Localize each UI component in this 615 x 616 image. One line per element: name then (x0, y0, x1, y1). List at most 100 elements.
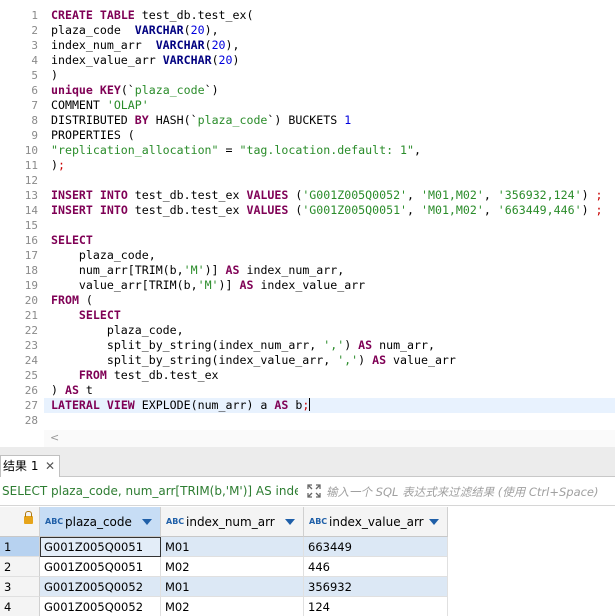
row-number[interactable]: 2 (0, 557, 40, 577)
code-token: t (78, 383, 93, 397)
code-token: COMMENT (51, 98, 107, 112)
code-token: ( (183, 23, 191, 37)
close-icon[interactable]: ✕ (45, 456, 55, 476)
line-number: 5 (31, 69, 38, 82)
grid-corner[interactable] (0, 507, 40, 537)
code-line[interactable]: CREATE TABLE test_db.test_ex( (51, 8, 253, 23)
code-line[interactable]: SELECT (51, 308, 121, 323)
table-cell[interactable]: G001Z005Q0052 (40, 577, 161, 597)
code-line[interactable]: num_arr[TRIM(b,'M')] AS index_num_arr, (51, 263, 344, 278)
row-number[interactable]: 3 (0, 577, 40, 597)
filter-input[interactable] (326, 483, 615, 501)
expand-icon[interactable] (306, 483, 322, 499)
column-header-index-num-arr[interactable]: ABC index_num_arr (161, 507, 304, 537)
code-token: num_arr, (372, 338, 435, 352)
code-token: AS (358, 338, 373, 352)
code-line[interactable]: ) AS t (51, 383, 93, 398)
text-caret (309, 398, 311, 411)
code-token: 20 (211, 38, 226, 52)
horizontal-scrollbar[interactable]: < (44, 430, 615, 447)
code-line[interactable]: index_num_arr VARCHAR(20), (51, 38, 240, 53)
code-line[interactable]: index_value_arr VARCHAR(20) (51, 53, 240, 68)
code-line[interactable]: split_by_string(index_value_arr, ',') AS… (51, 353, 456, 368)
code-token: value_arr[TRIM(b, (51, 278, 198, 292)
table-row[interactable]: 2 G001Z005Q0051 M02 446 (0, 557, 448, 577)
code-token: ( (288, 203, 303, 217)
code-line[interactable]: value_arr[TRIM(b,'M')] AS index_value_ar… (51, 278, 365, 293)
code-token: ; (57, 158, 65, 172)
code-token: value_arr (386, 353, 456, 367)
code-line[interactable]: ); (51, 158, 65, 173)
code-area[interactable]: CREATE TABLE test_db.test_ex(plaza_code … (44, 0, 615, 430)
code-token: , (407, 188, 421, 202)
line-number: 26 (24, 384, 38, 397)
code-token: PROPERTIES ( (51, 128, 135, 142)
code-token: AS (372, 353, 387, 367)
row-number[interactable]: 1 (0, 537, 40, 557)
code-token: AS (239, 278, 254, 292)
code-token: num_arr[TRIM(b, (51, 263, 184, 277)
code-token: INSERT (51, 203, 93, 217)
table-cell[interactable]: 663449 (304, 537, 448, 557)
code-line[interactable]: SELECT (51, 233, 93, 248)
table-cell[interactable]: 124 (304, 597, 448, 616)
code-line[interactable]: PROPERTIES ( (51, 128, 135, 143)
table-cell[interactable]: 446 (304, 557, 448, 577)
code-line[interactable]: plaza_code VARCHAR(20), (51, 23, 219, 38)
code-line[interactable]: unique KEY(`plaza_code`) (51, 83, 219, 98)
code-line[interactable]: INSERT INTO test_db.test_ex VALUES ('G00… (51, 188, 603, 203)
code-token: ) (581, 188, 596, 202)
code-line[interactable]: ) (51, 68, 58, 83)
row-number[interactable]: 4 (0, 597, 40, 616)
code-token: 'G001Z005Q0051' (302, 203, 408, 217)
table-cell[interactable]: M02 (161, 597, 304, 616)
chevron-left-icon[interactable]: < (50, 431, 59, 444)
code-token: ) (232, 53, 240, 67)
table-row[interactable]: 1 G001Z005Q0051 M01 663449 (0, 537, 448, 557)
table-cell[interactable]: G001Z005Q0052 (40, 597, 161, 616)
table-cell[interactable]: M01 (161, 577, 304, 597)
code-token: plaza_code (134, 83, 205, 97)
table-row[interactable]: 4 G001Z005Q0052 M02 124 (0, 597, 448, 616)
code-line-active[interactable]: LATERAL VIEW EXPLODE(num_arr) a AS b; (44, 398, 615, 413)
column-header-plaza-code[interactable]: ABC plaza_code (40, 507, 161, 537)
code-token: ( (288, 188, 303, 202)
tab-result-1[interactable]: 结果 1 ✕ (0, 455, 60, 477)
sql-editor[interactable]: 1 2 3 4 5 6 7 8 9 10 11 12 13 14 15 16 17 18 19 20 21 22 23 24 2… (0, 0, 615, 430)
code-line[interactable]: FROM ( (51, 293, 93, 308)
code-line[interactable]: DISTRIBUTED BY HASH(`plaza_code`) BUCKET… (51, 113, 351, 128)
sort-dropdown-icon[interactable] (142, 519, 152, 525)
table-cell[interactable]: G001Z005Q0051 (40, 557, 161, 577)
line-number: 8 (31, 114, 38, 127)
code-token: index_num_arr, (239, 263, 345, 277)
code-token: plaza_code, (51, 323, 184, 337)
code-line[interactable]: COMMENT 'OLAP' (51, 98, 149, 113)
code-line[interactable]: INSERT INTO test_db.test_ex VALUES ('G00… (51, 203, 603, 218)
sort-dropdown-icon[interactable] (285, 519, 295, 525)
table-cell[interactable]: 356932 (304, 577, 448, 597)
filter-bar: SELECT plaza_code, num_arr[TRIM(b,'M')] … (0, 478, 615, 506)
code-token: , (414, 143, 421, 157)
line-number: 18 (24, 264, 38, 277)
sort-dropdown-icon[interactable] (429, 519, 439, 525)
line-number: 9 (31, 129, 38, 142)
code-line[interactable]: FROM test_db.test_ex (51, 368, 219, 383)
column-header-index-value-arr[interactable]: ABC index_value_arr (304, 507, 448, 537)
code-token: INTO (99, 203, 128, 217)
code-token: '356932,124' (497, 188, 582, 202)
code-line[interactable]: "replication_allocation" = "tag.location… (51, 143, 421, 158)
code-line[interactable]: plaza_code, (51, 323, 184, 338)
table-row[interactable]: 3 G001Z005Q0052 M01 356932 (0, 577, 448, 597)
line-number: 28 (24, 414, 38, 427)
table-cell[interactable]: M01 (161, 537, 304, 557)
line-number: 2 (31, 24, 38, 37)
table-cell[interactable]: M02 (161, 557, 304, 577)
code-token: test_db.test_ex (127, 203, 247, 217)
line-number: 16 (24, 234, 38, 247)
code-line[interactable]: split_by_string(index_num_arr, ',') AS n… (51, 338, 435, 353)
code-line[interactable]: plaza_code, (51, 248, 156, 263)
table-cell[interactable]: G001Z005Q0051 (40, 537, 161, 557)
